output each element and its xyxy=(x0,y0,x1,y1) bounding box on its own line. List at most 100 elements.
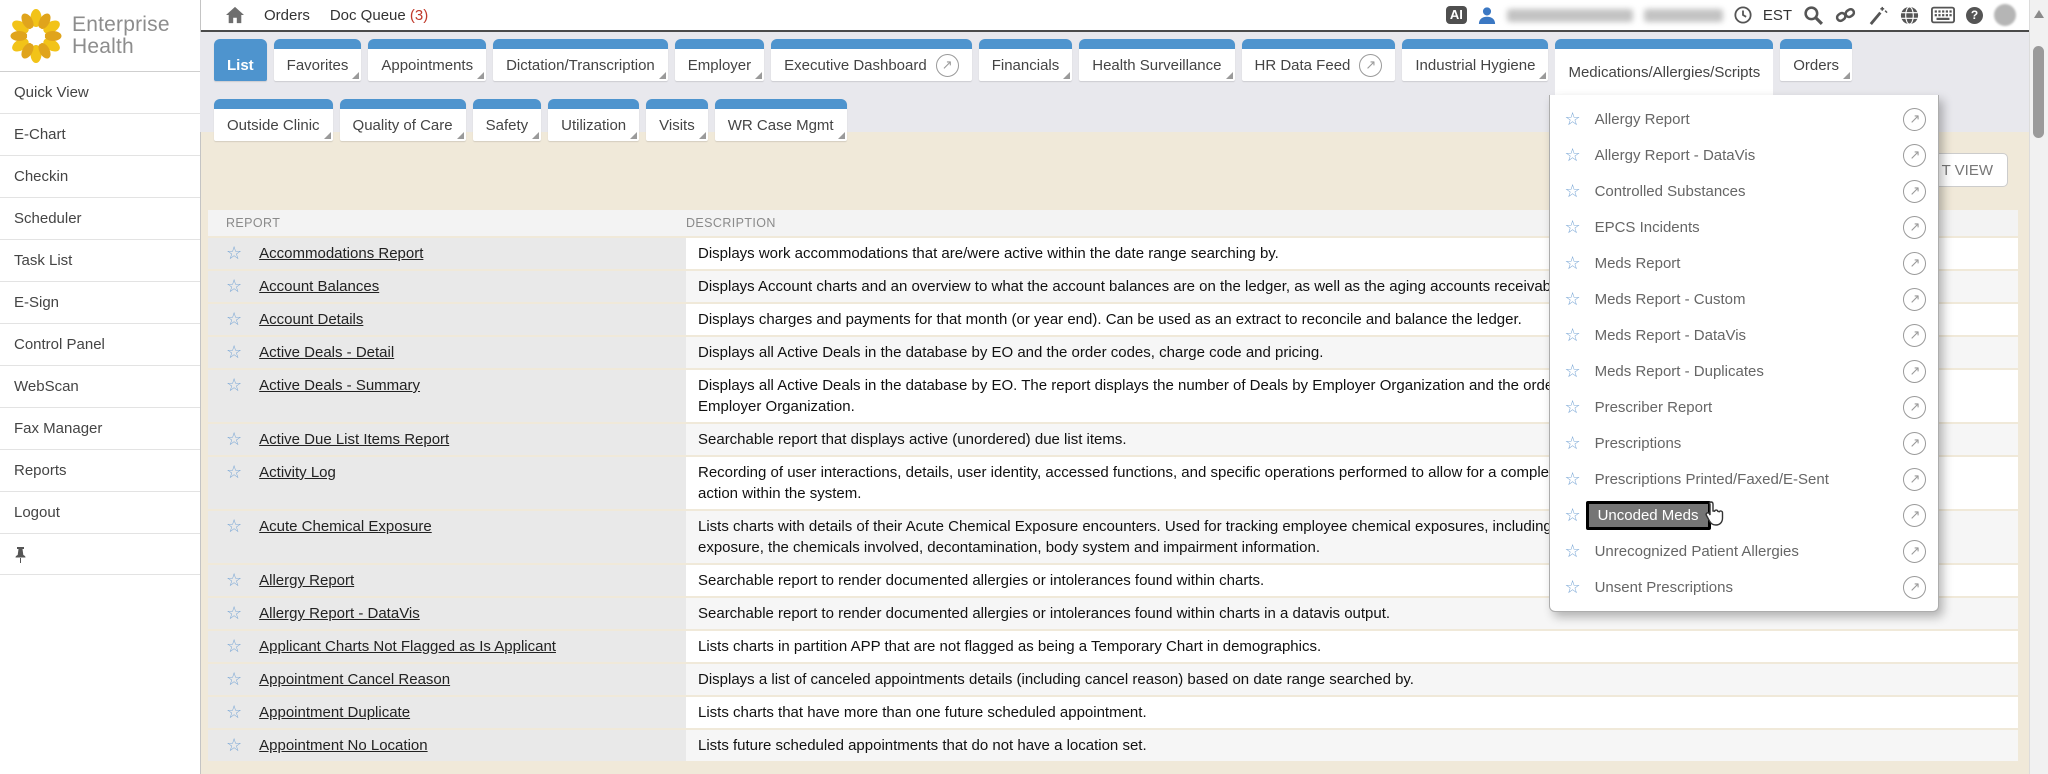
nav-orders-link[interactable]: Orders xyxy=(264,7,310,24)
scrollbar-up-arrow-icon[interactable] xyxy=(2034,10,2044,18)
favorite-star-icon[interactable] xyxy=(226,277,242,295)
scrollbar-thumb[interactable] xyxy=(2033,46,2044,138)
user-icon[interactable] xyxy=(1478,6,1496,24)
tab-industrial-hygiene[interactable]: Industrial Hygiene xyxy=(1402,39,1548,81)
external-link-icon[interactable] xyxy=(1903,360,1926,383)
pin-icon[interactable] xyxy=(14,546,27,563)
sidebar-item-e-sign[interactable]: E-Sign xyxy=(0,282,200,324)
sidebar-item-task-list[interactable]: Task List xyxy=(0,240,200,282)
external-link-icon[interactable] xyxy=(1903,288,1926,311)
report-link[interactable]: Active Deals - Summary xyxy=(259,375,420,396)
wand-icon[interactable] xyxy=(1867,5,1888,26)
report-link[interactable]: Appointment No Location xyxy=(259,735,427,756)
report-link[interactable]: Active Deals - Detail xyxy=(259,342,394,363)
external-link-icon[interactable] xyxy=(1903,180,1926,203)
favorite-star-icon[interactable] xyxy=(226,517,242,535)
tab-favorites[interactable]: Favorites xyxy=(274,39,362,81)
favorite-star-icon[interactable] xyxy=(1564,110,1580,128)
favorite-star-icon[interactable] xyxy=(1564,470,1580,488)
external-link-icon[interactable] xyxy=(1903,504,1926,527)
uncoded-meds-highlighted[interactable]: Uncoded Meds xyxy=(1586,501,1711,530)
external-link-icon[interactable] xyxy=(1903,432,1926,455)
ai-badge[interactable]: AI xyxy=(1446,6,1467,24)
tab-utilization[interactable]: Utilization xyxy=(548,99,639,141)
tab-list[interactable]: List xyxy=(214,39,267,81)
sidebar-item-e-chart[interactable]: E-Chart xyxy=(0,114,200,156)
report-link[interactable]: Applicant Charts Not Flagged as Is Appli… xyxy=(259,636,556,657)
tab-employer[interactable]: Employer xyxy=(675,39,764,81)
external-link-icon[interactable] xyxy=(1903,540,1926,563)
external-link-icon[interactable] xyxy=(1359,54,1382,77)
favorite-star-icon[interactable] xyxy=(1564,578,1580,596)
sidebar-item-webscan[interactable]: WebScan xyxy=(0,366,200,408)
favorite-star-icon[interactable] xyxy=(1564,326,1580,344)
report-link[interactable]: Accommodations Report xyxy=(259,243,423,264)
link-icon[interactable] xyxy=(1835,5,1856,26)
tab-quality-of-care[interactable]: Quality of Care xyxy=(340,99,466,141)
menu-item-meds-report-custom[interactable]: Meds Report - Custom xyxy=(1550,281,1938,317)
nav-doc-queue-link[interactable]: Doc Queue (3) xyxy=(330,7,428,24)
report-link[interactable]: Allergy Report xyxy=(259,570,354,591)
favorite-star-icon[interactable] xyxy=(1564,290,1580,308)
globe-icon[interactable] xyxy=(1899,5,1920,26)
favorite-star-icon[interactable] xyxy=(226,604,242,622)
tab-executive-dashboard[interactable]: Executive Dashboard xyxy=(771,39,972,81)
favorite-star-icon[interactable] xyxy=(226,310,242,328)
external-link-icon[interactable] xyxy=(1903,108,1926,131)
report-link[interactable]: Allergy Report - DataVis xyxy=(259,603,420,624)
external-link-icon[interactable] xyxy=(936,54,959,77)
home-icon[interactable] xyxy=(226,6,244,24)
menu-item-uncoded-meds[interactable]: Uncoded Meds xyxy=(1550,497,1938,533)
favorite-star-icon[interactable] xyxy=(226,571,242,589)
external-link-icon[interactable] xyxy=(1903,396,1926,419)
help-icon[interactable] xyxy=(1966,7,1983,24)
external-link-icon[interactable] xyxy=(1903,252,1926,275)
favorite-star-icon[interactable] xyxy=(226,736,242,754)
search-icon[interactable] xyxy=(1803,5,1824,26)
menu-item-epcs-incidents[interactable]: EPCS Incidents xyxy=(1550,209,1938,245)
tab-wr-case-mgmt[interactable]: WR Case Mgmt xyxy=(715,99,847,141)
favorite-star-icon[interactable] xyxy=(1564,398,1580,416)
sidebar-item-reports[interactable]: Reports xyxy=(0,450,200,492)
report-link[interactable]: Appointment Duplicate xyxy=(259,702,410,723)
favorite-star-icon[interactable] xyxy=(1564,182,1580,200)
favorite-star-icon[interactable] xyxy=(226,376,242,394)
tab-hr-data-feed[interactable]: HR Data Feed xyxy=(1242,39,1396,81)
menu-item-meds-report-duplicates[interactable]: Meds Report - Duplicates xyxy=(1550,353,1938,389)
external-link-icon[interactable] xyxy=(1903,216,1926,239)
menu-item-prescriptions[interactable]: Prescriptions xyxy=(1550,425,1938,461)
report-link[interactable]: Account Details xyxy=(259,309,363,330)
tab-outside-clinic[interactable]: Outside Clinic xyxy=(214,99,333,141)
favorite-star-icon[interactable] xyxy=(226,703,242,721)
vertical-scrollbar[interactable] xyxy=(2029,0,2048,774)
external-link-icon[interactable] xyxy=(1903,324,1926,347)
favorite-star-icon[interactable] xyxy=(226,637,242,655)
tab-visits[interactable]: Visits xyxy=(646,99,708,141)
external-link-icon[interactable] xyxy=(1903,576,1926,599)
menu-item-unsent-prescriptions[interactable]: Unsent Prescriptions xyxy=(1550,569,1938,605)
tab-dictation-transcription[interactable]: Dictation/Transcription xyxy=(493,39,668,81)
keyboard-icon[interactable] xyxy=(1931,6,1955,24)
favorite-star-icon[interactable] xyxy=(1564,254,1580,272)
favorite-star-icon[interactable] xyxy=(1564,362,1580,380)
menu-item-meds-report[interactable]: Meds Report xyxy=(1550,245,1938,281)
sidebar-item-quick-view[interactable]: Quick View xyxy=(0,72,200,114)
favorite-star-icon[interactable] xyxy=(226,463,242,481)
menu-item-allergy-report-datavis[interactable]: Allergy Report - DataVis xyxy=(1550,137,1938,173)
report-link[interactable]: Acute Chemical Exposure xyxy=(259,516,432,537)
menu-item-controlled-substances[interactable]: Controlled Substances xyxy=(1550,173,1938,209)
menu-item-prescriptions-printed-faxed-e-sent[interactable]: Prescriptions Printed/Faxed/E-Sent xyxy=(1550,461,1938,497)
menu-item-allergy-report[interactable]: Allergy Report xyxy=(1550,101,1938,137)
report-link[interactable]: Activity Log xyxy=(259,462,336,483)
tab-health-surveillance[interactable]: Health Surveillance xyxy=(1079,39,1234,81)
report-link[interactable]: Active Due List Items Report xyxy=(259,429,449,450)
tab-medications-allergies-scripts[interactable]: Medications/Allergies/Scripts Allergy Re… xyxy=(1555,39,1773,95)
report-link[interactable]: Account Balances xyxy=(259,276,379,297)
menu-item-meds-report-datavis[interactable]: Meds Report - DataVis xyxy=(1550,317,1938,353)
favorite-star-icon[interactable] xyxy=(1564,542,1580,560)
favorite-star-icon[interactable] xyxy=(1564,506,1580,524)
clock-icon[interactable] xyxy=(1734,6,1752,24)
favorite-star-icon[interactable] xyxy=(226,343,242,361)
favorite-star-icon[interactable] xyxy=(226,244,242,262)
favorite-star-icon[interactable] xyxy=(226,670,242,688)
